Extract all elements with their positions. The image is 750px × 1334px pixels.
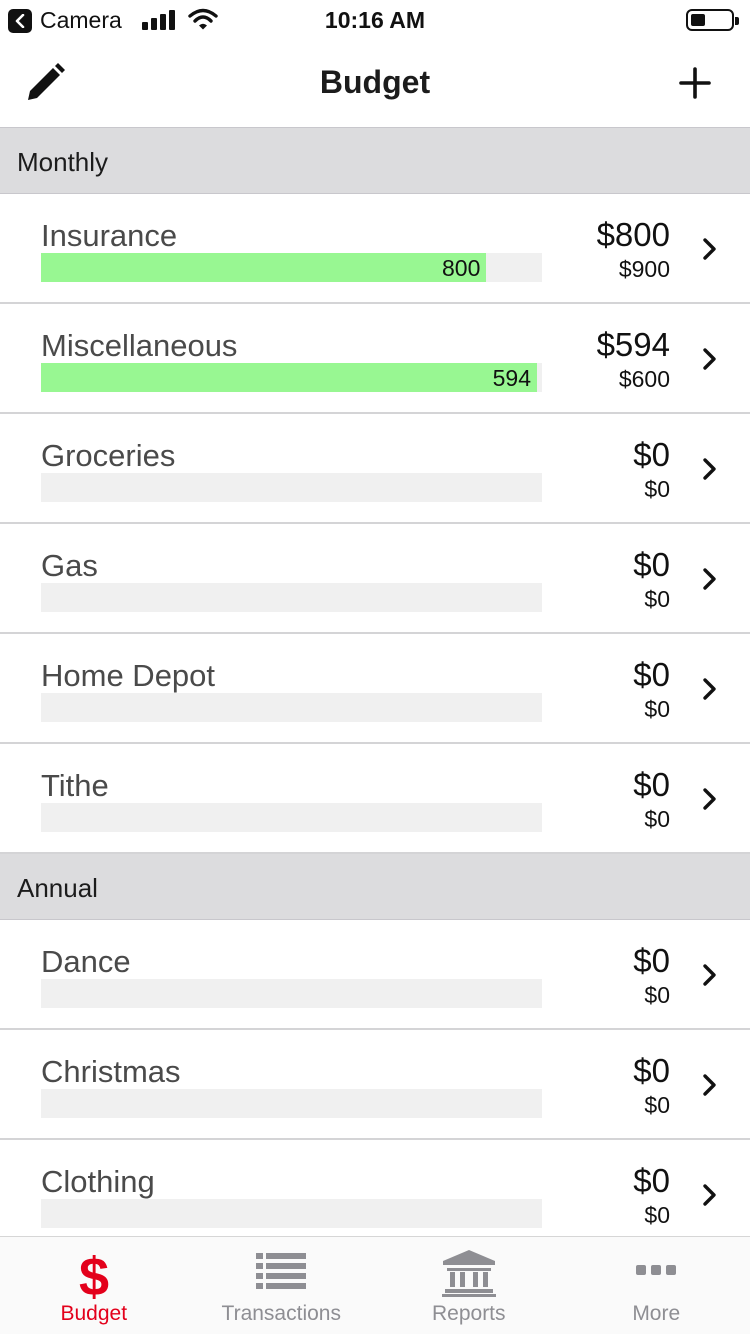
- progress-track: [41, 979, 542, 1008]
- budget-amount: $0: [644, 476, 670, 502]
- category-name: Christmas: [41, 1054, 181, 1089]
- spent-amount: $0: [633, 546, 670, 583]
- budget-amount: $0: [644, 806, 670, 832]
- budget-row[interactable]: Dance $0 $0: [0, 920, 750, 1030]
- tab-budget[interactable]: $ Budget: [0, 1237, 188, 1334]
- category-name: Clothing: [41, 1164, 155, 1199]
- progress-track: 800: [41, 253, 542, 282]
- progress-track: [41, 1199, 542, 1228]
- section-title: Annual: [17, 873, 98, 903]
- category-name: Tithe: [41, 768, 109, 803]
- spent-amount: $0: [633, 942, 670, 979]
- progress-track: [41, 583, 542, 612]
- budget-amount: $0: [644, 1092, 670, 1118]
- page-title: Budget: [319, 64, 431, 100]
- chevron-right-icon: [703, 678, 716, 700]
- category-name: Home Depot: [41, 658, 216, 693]
- chevron-right-icon: [703, 348, 716, 370]
- budget-amount: $0: [644, 1202, 670, 1228]
- progress-track: [41, 693, 542, 722]
- list-icon: [256, 1253, 307, 1289]
- progress-track: 594: [41, 363, 542, 392]
- progress-track: [41, 473, 542, 502]
- chevron-right-icon: [703, 238, 716, 260]
- progress-fill: 800: [41, 253, 487, 282]
- progress-track: [41, 1089, 542, 1118]
- dollar-icon: $: [79, 1249, 109, 1301]
- section-header: Annual: [0, 854, 750, 920]
- status-bar: Camera 10:16 AM: [0, 0, 750, 40]
- budget-row[interactable]: Groceries $0 $0: [0, 414, 750, 524]
- budget-row[interactable]: Gas $0 $0: [0, 524, 750, 634]
- category-name: Groceries: [41, 438, 176, 473]
- chevron-right-icon: [703, 568, 716, 590]
- spent-amount: $0: [633, 1052, 670, 1089]
- status-time: 10:16 AM: [324, 7, 426, 33]
- tab-budget-label: Budget: [60, 1302, 128, 1325]
- spent-amount: $0: [633, 656, 670, 693]
- svg-text:$: $: [79, 1249, 109, 1301]
- tab-reports[interactable]: Reports: [375, 1237, 563, 1334]
- section-header: Monthly: [0, 128, 750, 194]
- chevron-right-icon: [703, 1184, 716, 1206]
- progress-value: 594: [492, 365, 531, 391]
- category-name: Gas: [41, 548, 98, 583]
- battery-level: [691, 14, 705, 26]
- add-button[interactable]: [674, 62, 716, 104]
- tab-transactions-label: Transactions: [221, 1302, 341, 1325]
- progress-value: 800: [442, 255, 481, 281]
- category-name: Miscellaneous: [41, 328, 238, 363]
- progress-fill: 594: [41, 363, 537, 392]
- spent-amount: $594: [596, 326, 670, 363]
- tab-reports-label: Reports: [431, 1302, 506, 1325]
- plus-icon: [679, 67, 711, 99]
- navigation-bar: Budget: [0, 40, 750, 128]
- chevron-right-icon: [703, 964, 716, 986]
- chevron-right-icon: [703, 458, 716, 480]
- progress-track: [41, 803, 542, 832]
- tab-more-label: More: [632, 1302, 681, 1325]
- battery-icon: [686, 9, 739, 31]
- category-name: Dance: [41, 944, 131, 979]
- budget-list: Monthly Insurance 800 $800 $900 Miscella…: [0, 128, 750, 1250]
- budget-row[interactable]: Christmas $0 $0: [0, 1030, 750, 1140]
- spent-amount: $0: [633, 1162, 670, 1199]
- section-title: Monthly: [17, 147, 109, 177]
- chevron-right-icon: [703, 788, 716, 810]
- budget-amount: $0: [644, 586, 670, 612]
- category-name: Insurance: [41, 218, 178, 253]
- budget-row[interactable]: Miscellaneous 594 $594 $600: [0, 304, 750, 414]
- tab-transactions[interactable]: Transactions: [188, 1237, 376, 1334]
- budget-amount: $0: [644, 982, 670, 1008]
- budget-amount: $900: [618, 256, 670, 282]
- budget-row[interactable]: Insurance 800 $800 $900: [0, 194, 750, 304]
- battery-nub: [735, 17, 739, 25]
- spent-amount: $0: [633, 436, 670, 473]
- budget-amount: $0: [644, 696, 670, 722]
- budget-amount: $600: [618, 366, 670, 392]
- spent-amount: $800: [596, 216, 670, 253]
- tab-more[interactable]: More: [563, 1237, 750, 1334]
- bank-icon: [441, 1250, 496, 1297]
- more-icon: [636, 1265, 677, 1275]
- budget-row[interactable]: Tithe $0 $0: [0, 744, 750, 854]
- tab-bar: $ Budget Transactions Reports More: [0, 1236, 750, 1334]
- chevron-right-icon: [703, 1074, 716, 1096]
- budget-row[interactable]: Clothing $0 $0: [0, 1140, 750, 1250]
- spent-amount: $0: [633, 766, 670, 803]
- budget-row[interactable]: Home Depot $0 $0: [0, 634, 750, 744]
